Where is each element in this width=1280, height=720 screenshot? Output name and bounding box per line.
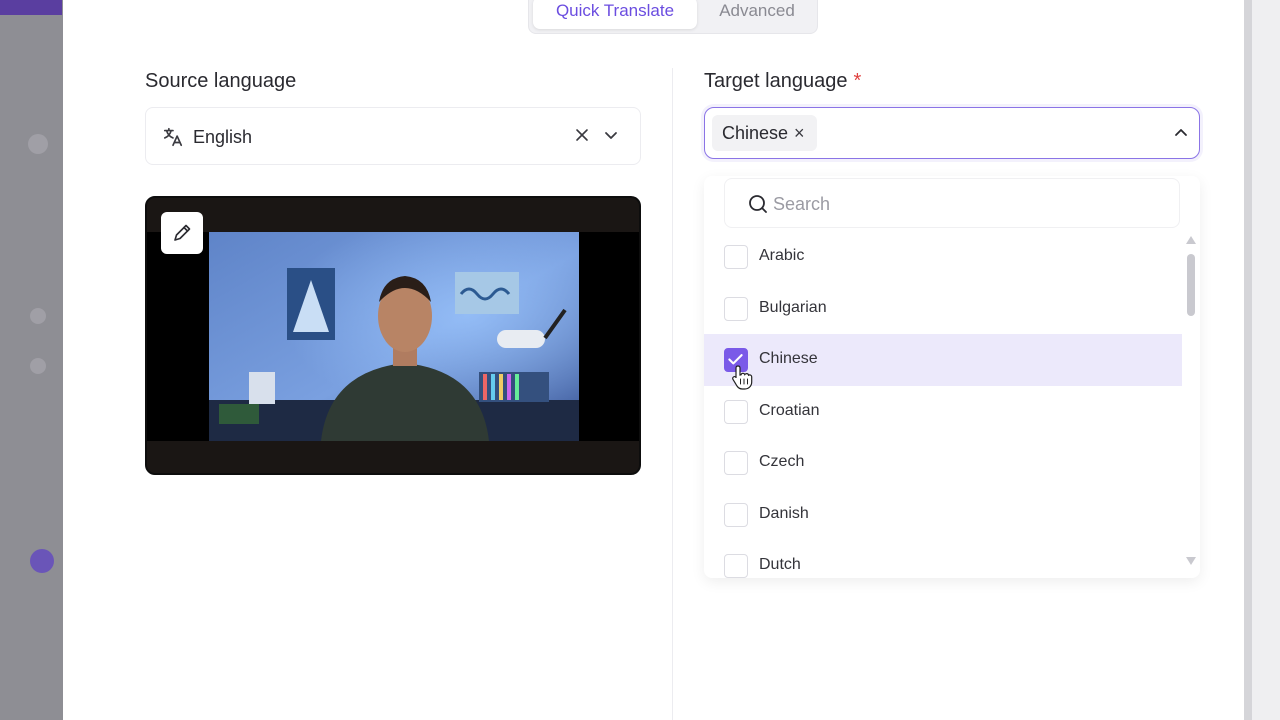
translate-icon	[163, 127, 183, 147]
source-language-value: English	[193, 127, 253, 147]
selected-language-chip: Chinese ×	[712, 115, 817, 151]
checkbox[interactable]	[724, 554, 748, 578]
language-search	[724, 178, 1180, 228]
option-chinese[interactable]: Chinese	[704, 334, 1182, 386]
background-icon	[30, 308, 46, 324]
checkbox[interactable]	[724, 245, 748, 269]
remove-chip-close-icon[interactable]: ×	[794, 115, 805, 151]
column-divider	[672, 68, 673, 720]
scroll-up-arrow[interactable]	[1186, 236, 1196, 244]
pencil-icon	[174, 224, 191, 241]
checkbox[interactable]	[724, 502, 748, 527]
option-czech[interactable]: Czech	[704, 437, 1182, 489]
search-input[interactable]	[773, 189, 1153, 219]
option-croatian[interactable]: Croatian	[704, 386, 1182, 438]
chevron-up-icon[interactable]	[1171, 123, 1191, 143]
source-language-label: Source language	[145, 70, 297, 92]
source-language-select[interactable]: English	[145, 107, 641, 165]
checkbox[interactable]	[724, 451, 748, 475]
background-avatar	[30, 549, 54, 573]
video-preview[interactable]	[145, 196, 641, 475]
target-language-label: Target language *	[704, 70, 862, 92]
tab-quick-translate[interactable]: Quick Translate	[533, 0, 697, 29]
option-danish[interactable]: Danish	[704, 489, 1182, 541]
option-bulgarian[interactable]: Bulgarian	[704, 283, 1182, 335]
background-icon	[30, 358, 46, 374]
close-icon[interactable]	[572, 125, 592, 145]
scroll-down-arrow[interactable]	[1186, 557, 1196, 565]
mode-tabs: Quick Translate Advanced	[528, 0, 818, 34]
option-arabic[interactable]: Arabic	[704, 231, 1182, 283]
scrollbar-thumb[interactable]	[1187, 254, 1195, 316]
tab-advanced[interactable]: Advanced	[699, 0, 815, 29]
edit-video-button[interactable]	[161, 212, 203, 254]
app-header-fragment	[0, 0, 62, 15]
search-icon	[749, 195, 767, 213]
video-frame	[209, 232, 579, 441]
target-language-select[interactable]: Chinese ×	[704, 107, 1200, 159]
background-scrollbar	[1244, 0, 1280, 720]
language-options-list: Arabic Bulgarian Chinese Croatian Czech …	[704, 231, 1182, 578]
background-icon	[28, 134, 48, 154]
checkbox[interactable]	[724, 399, 748, 424]
chevron-down-icon[interactable]	[601, 125, 621, 145]
language-dropdown: Arabic Bulgarian Chinese Croatian Czech …	[704, 176, 1200, 578]
option-dutch[interactable]: Dutch	[704, 540, 1182, 578]
required-mark: *	[853, 70, 862, 92]
checkbox[interactable]	[724, 296, 748, 321]
hand-cursor-icon	[732, 365, 753, 390]
